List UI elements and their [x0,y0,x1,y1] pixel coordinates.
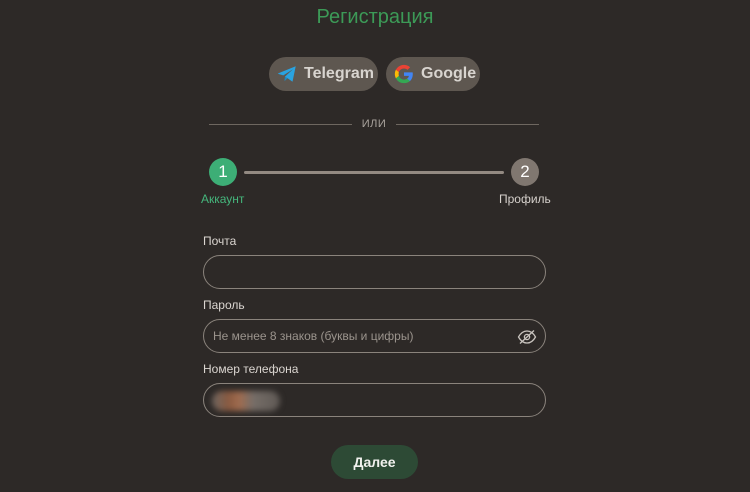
password-field-wrapper [203,319,546,353]
phone-label: Номер телефона [203,362,299,376]
step-1-indicator: 1 [209,158,237,186]
email-field-wrapper [203,255,546,289]
google-icon [393,63,415,85]
password-label: Пароль [203,298,245,312]
registration-stepper: 1 2 Аккаунт Профиль [0,158,750,208]
social-login-group: Telegram Google [269,57,480,91]
stepper-connector [244,171,504,174]
google-login-button[interactable]: Google [386,57,480,91]
phone-field-wrapper [203,383,546,417]
email-input[interactable] [204,256,545,288]
page-title: Регистрация [316,6,434,28]
next-button[interactable]: Далее [331,445,418,479]
eye-slash-icon[interactable] [517,329,537,345]
step-1-label: Аккаунт [201,192,245,206]
step-2-label: Профиль [499,192,551,206]
divider-line-right [396,124,539,125]
telegram-login-label: Telegram [304,65,374,82]
or-divider: ИЛИ [209,118,539,130]
step-2-indicator: 2 [511,158,539,186]
google-login-label: Google [421,65,477,82]
registration-page: Регистрация Telegram Google ИЛИ 1 2 Акка… [0,0,750,492]
email-label: Почта [203,234,237,248]
telegram-icon [276,63,298,85]
telegram-login-button[interactable]: Telegram [269,57,378,91]
password-input[interactable] [204,320,545,352]
phone-blurred-value [212,391,280,411]
